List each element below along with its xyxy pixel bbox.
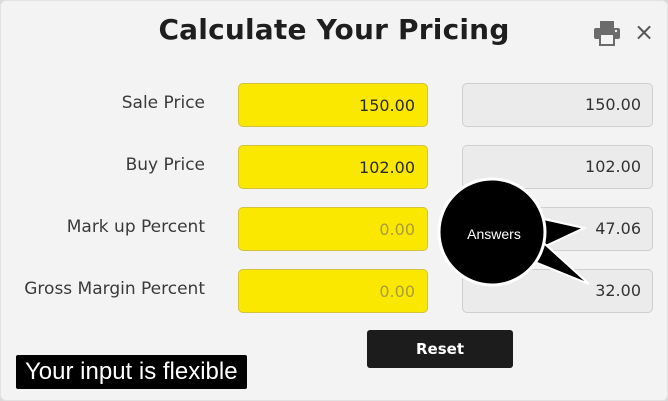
dialog-title: Calculate Your Pricing	[158, 13, 510, 46]
sale-price-input[interactable]	[238, 83, 428, 127]
tip-banner: Your input is flexible	[16, 355, 247, 389]
callout-text: Answers	[467, 226, 521, 242]
markup-percent-input[interactable]	[238, 207, 428, 251]
reset-button[interactable]: Reset	[367, 330, 513, 368]
sale-price-label: Sale Price	[121, 93, 205, 113]
buy-price-label: Buy Price	[125, 155, 205, 175]
markup-percent-label: Mark up Percent	[66, 217, 205, 237]
pricing-dialog: Calculate Your Pricing × Sale Price 150.…	[0, 0, 668, 401]
buy-price-input[interactable]	[238, 145, 428, 189]
buy-price-output: 102.00	[462, 145, 653, 189]
gross-margin-percent-label: Gross Margin Percent	[24, 279, 205, 299]
sale-price-output: 150.00	[462, 83, 653, 127]
gross-margin-percent-output: 32.00	[462, 269, 653, 313]
gross-margin-percent-input[interactable]	[238, 269, 428, 313]
printer-icon[interactable]	[593, 20, 621, 46]
close-icon[interactable]: ×	[634, 20, 654, 44]
